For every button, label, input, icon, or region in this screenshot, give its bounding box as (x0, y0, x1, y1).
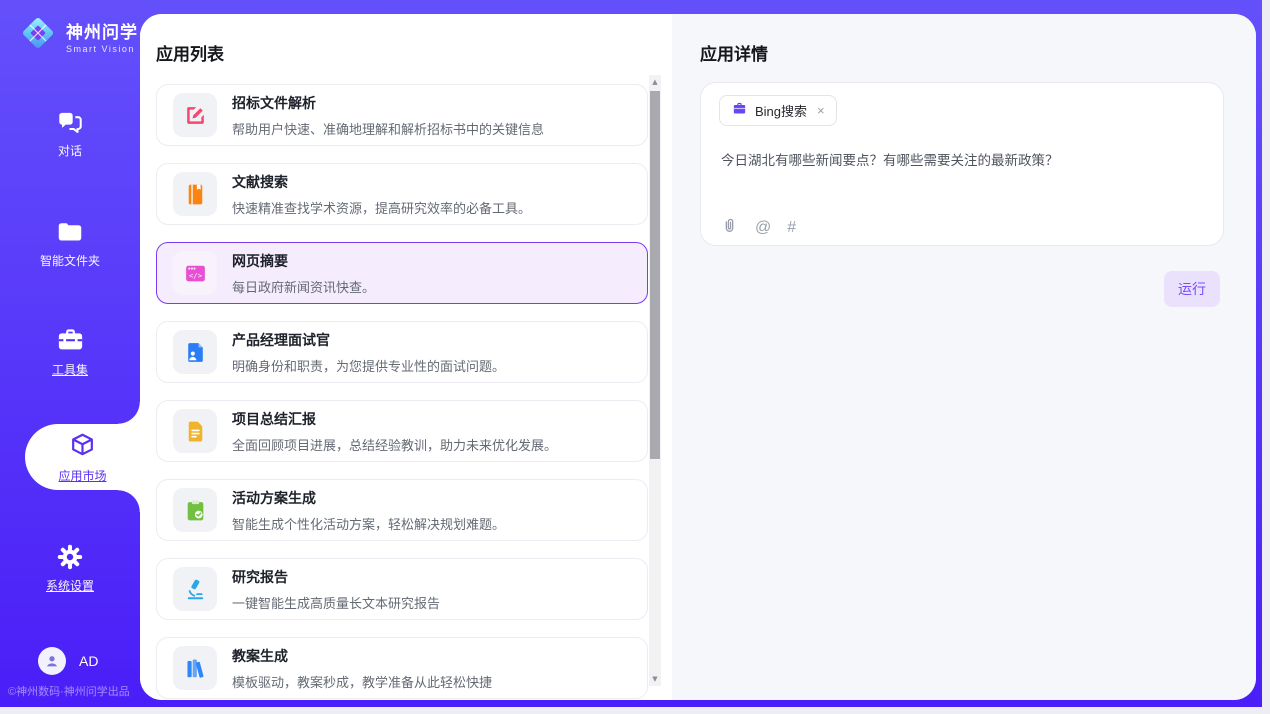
sidebar: 神州问学 Smart Vision 对话 智能文件夹 (0, 0, 140, 707)
app-list: 招标文件解析 帮助用户快速、准确地理解和解析招标书中的关键信息 文献搜索 快速精… (156, 82, 648, 700)
sidebar-item-label: 应用市场 (58, 467, 106, 484)
app-list-section: 应用列表 招标文件解析 帮助用户快速、准确地理解和解析招标书中的关键信息 文献搜… (140, 14, 672, 700)
chat-icon (0, 107, 140, 137)
app-list-item[interactable]: </> 网页摘要 每日政府新闻资讯快查。 (156, 242, 648, 304)
sidebar-item-label: 智能文件夹 (0, 252, 140, 269)
sidebar-item-chat[interactable]: 对话 (0, 107, 140, 159)
main-panel: 应用列表 招标文件解析 帮助用户快速、准确地理解和解析招标书中的关键信息 文献搜… (140, 14, 1256, 700)
app-description: 每日政府新闻资讯快查。 (232, 277, 375, 296)
gear-icon (0, 542, 140, 572)
document-icon (173, 409, 217, 453)
hash-icon[interactable]: # (787, 219, 796, 237)
scrollbar-thumb[interactable] (650, 91, 660, 459)
prompt-text[interactable]: 今日湖北有哪些新闻要点？有哪些需要关注的最新政策？ (721, 149, 1199, 169)
scrollbar[interactable]: ▲ ▼ (649, 75, 661, 686)
app-title: 活动方案生成 (232, 488, 505, 508)
microscope-icon (173, 567, 217, 611)
scroll-down-icon[interactable]: ▼ (649, 675, 661, 683)
edit-square-icon (173, 93, 217, 137)
app-title: 网页摘要 (232, 251, 375, 271)
app-description: 快速精准查找学术资源，提高研究效率的必备工具。 (232, 198, 531, 217)
prompt-card[interactable]: Bing搜索 × 今日湖北有哪些新闻要点？有哪些需要关注的最新政策？ @ # (700, 82, 1224, 246)
sidebar-item-settings[interactable]: 系统设置 (0, 542, 140, 594)
tool-tag-bing-search[interactable]: Bing搜索 × (719, 95, 837, 126)
person-doc-icon (173, 330, 217, 374)
app-list-title: 应用列表 (156, 40, 224, 65)
toolbox-icon (0, 325, 140, 356)
tool-tag-label: Bing搜索 (755, 101, 807, 120)
app-list-item[interactable]: 文献搜索 快速精准查找学术资源，提高研究效率的必备工具。 (156, 163, 648, 225)
close-icon[interactable]: × (817, 103, 825, 118)
folder-icon (0, 217, 140, 247)
app-title: 产品经理面试官 (232, 330, 505, 350)
app-description: 帮助用户快速、准确地理解和解析招标书中的关键信息 (232, 119, 544, 138)
app-list-item[interactable]: 研究报告 一键智能生成高质量长文本研究报告 (156, 558, 648, 620)
paperclip-icon[interactable] (720, 216, 739, 240)
app-description: 一键智能生成高质量长文本研究报告 (232, 593, 440, 612)
app-title: 项目总结汇报 (232, 409, 557, 429)
brand-logo: 神州问学 Smart Vision (18, 13, 138, 58)
app-list-item[interactable]: 教案生成 模板驱动，教案秒成，教学准备从此轻松快捷 (156, 637, 648, 699)
attachment-toolbar: @ # (720, 216, 796, 240)
at-icon[interactable]: @ (755, 219, 771, 237)
app-window: 神州问学 Smart Vision 对话 智能文件夹 (0, 0, 1270, 714)
app-description: 全面回顾项目进展，总结经验教训，助力未来优化发展。 (232, 435, 557, 454)
book-icon (173, 172, 217, 216)
copyright-note: ©神州数码·神州问学出品 (8, 683, 130, 699)
svg-text:</>: </> (188, 271, 202, 280)
cube-icon (68, 431, 97, 465)
avatar (38, 647, 66, 675)
run-button[interactable]: 运行 (1164, 271, 1220, 307)
app-detail-title: 应用详情 (700, 40, 768, 65)
briefcase-icon (731, 100, 748, 122)
app-list-item[interactable]: 项目总结汇报 全面回顾项目进展，总结经验教训，助力未来优化发展。 (156, 400, 648, 462)
user-account[interactable]: AD (38, 647, 98, 675)
app-description: 智能生成个性化活动方案，轻松解决规划难题。 (232, 514, 505, 533)
sidebar-item-label: 系统设置 (0, 577, 140, 594)
app-detail-section: 应用详情 Bing搜索 × 今日湖北有哪些新闻要点？有哪些需要关注的最新政策？ (672, 14, 1256, 700)
sidebar-item-label: 对话 (0, 142, 140, 159)
app-title: 教案生成 (232, 646, 492, 666)
clipboard-check-icon (173, 488, 217, 532)
app-list-item[interactable]: 招标文件解析 帮助用户快速、准确地理解和解析招标书中的关键信息 (156, 84, 648, 146)
app-list-item[interactable]: 产品经理面试官 明确身份和职责，为您提供专业性的面试问题。 (156, 321, 648, 383)
app-description: 模板驱动，教案秒成，教学准备从此轻松快捷 (232, 672, 492, 691)
brand-name: 神州问学 (66, 18, 138, 43)
scroll-up-icon[interactable]: ▲ (649, 78, 661, 86)
app-list-item[interactable]: 活动方案生成 智能生成个性化活动方案，轻松解决规划难题。 (156, 479, 648, 541)
app-title: 招标文件解析 (232, 93, 544, 113)
user-initials: AD (79, 653, 98, 669)
app-description: 明确身份和职责，为您提供专业性的面试问题。 (232, 356, 505, 375)
sidebar-item-smart-folder[interactable]: 智能文件夹 (0, 217, 140, 269)
brand-subtitle: Smart Vision (66, 44, 138, 54)
sidebar-item-toolset[interactable]: 工具集 (0, 325, 140, 378)
gem-logo-icon (18, 13, 58, 58)
app-title: 研究报告 (232, 567, 440, 587)
sidebar-item-app-market[interactable]: 应用市场 (25, 424, 140, 490)
books-icon (173, 646, 217, 690)
browser-code-icon: </> (173, 251, 217, 295)
person-icon (43, 652, 61, 670)
app-title: 文献搜索 (232, 172, 531, 192)
sidebar-item-label: 工具集 (0, 361, 140, 378)
